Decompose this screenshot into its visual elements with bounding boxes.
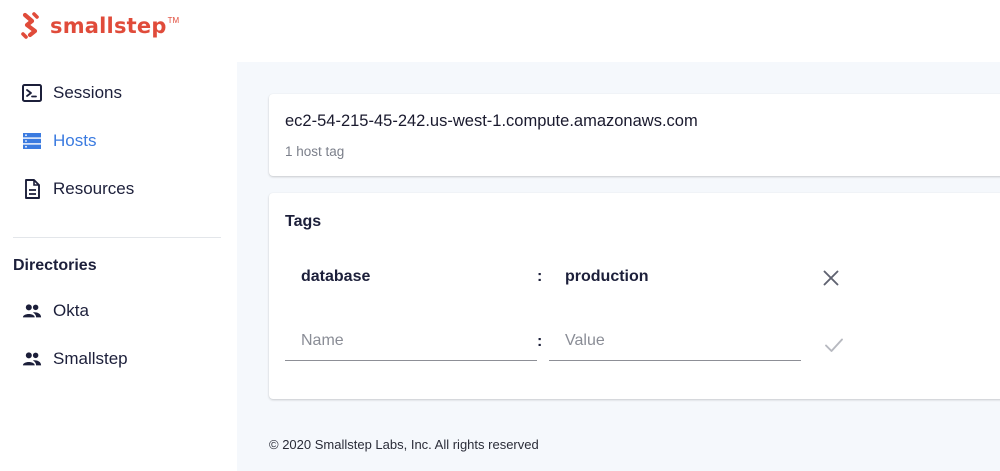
app-root: smallstep TM Sessions Hosts Resources Di… bbox=[0, 0, 1000, 471]
sidebar-item-okta[interactable]: Okta bbox=[22, 299, 89, 323]
sidebar-item-label: Resources bbox=[53, 179, 135, 198]
people-icon bbox=[22, 301, 42, 321]
tag-key: database bbox=[301, 268, 371, 285]
terminal-icon bbox=[22, 83, 42, 103]
sidebar-item-sessions[interactable]: Sessions bbox=[22, 81, 122, 105]
host-tag-count: 1 host tag bbox=[285, 144, 345, 159]
sidebar: smallstep TM Sessions Hosts Resources Di… bbox=[0, 0, 236, 471]
main-content: ec2-54-215-45-242.us-west-1.compute.amaz… bbox=[237, 62, 1000, 471]
host-name: ec2-54-215-45-242.us-west-1.compute.amaz… bbox=[285, 112, 698, 130]
host-summary-card: ec2-54-215-45-242.us-west-1.compute.amaz… bbox=[269, 94, 1000, 176]
brand-logo[interactable]: smallstep TM bbox=[20, 12, 179, 40]
footer-copyright: © 2020 Smallstep Labs, Inc. All rights r… bbox=[269, 437, 539, 452]
document-icon bbox=[22, 179, 42, 199]
sidebar-item-smallstep[interactable]: Smallstep bbox=[22, 347, 128, 371]
sidebar-item-hosts[interactable]: Hosts bbox=[22, 129, 96, 153]
sidebar-item-label: Smallstep bbox=[53, 349, 128, 368]
directories-heading: Directories bbox=[13, 257, 97, 274]
sidebar-item-resources[interactable]: Resources bbox=[22, 177, 134, 201]
brand-trademark: TM bbox=[167, 15, 180, 25]
people-icon bbox=[22, 349, 42, 369]
smallstep-logo-icon bbox=[21, 12, 39, 39]
tag-separator: : bbox=[537, 268, 543, 285]
add-tag-button[interactable] bbox=[823, 334, 845, 356]
remove-tag-button[interactable] bbox=[821, 268, 841, 288]
sidebar-divider bbox=[13, 237, 221, 238]
tag-value: production bbox=[565, 268, 649, 285]
brand-name: smallstep bbox=[50, 14, 167, 38]
sidebar-item-label: Okta bbox=[53, 301, 89, 320]
server-icon bbox=[22, 131, 42, 151]
tags-heading: Tags bbox=[285, 213, 322, 230]
tag-value-input[interactable] bbox=[549, 321, 801, 361]
tags-card: Tags database : production : bbox=[269, 193, 1000, 399]
tag-separator: : bbox=[537, 333, 543, 350]
close-icon bbox=[823, 270, 839, 286]
sidebar-item-label: Hosts bbox=[53, 131, 97, 150]
sidebar-item-label: Sessions bbox=[53, 83, 122, 102]
check-icon bbox=[825, 338, 843, 352]
tag-name-input[interactable] bbox=[285, 321, 537, 361]
